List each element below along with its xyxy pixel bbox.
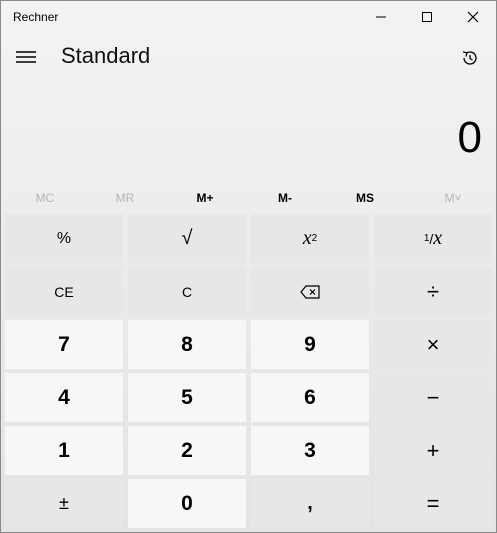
reciprocal-denominator-label: x bbox=[433, 227, 443, 249]
history-icon bbox=[462, 51, 477, 65]
divide-button[interactable]: ÷ bbox=[374, 267, 492, 316]
title-bar: Rechner bbox=[1, 1, 496, 33]
digit-6-button[interactable]: 6 bbox=[251, 373, 369, 422]
clear-entry-button[interactable]: CE bbox=[5, 267, 123, 316]
result-display: 0 bbox=[457, 113, 482, 162]
square-button[interactable]: x2 bbox=[251, 214, 369, 263]
navigation-menu-button[interactable] bbox=[11, 41, 41, 71]
hamburger-icon bbox=[16, 51, 36, 63]
square-root-button[interactable]: √ bbox=[128, 214, 246, 263]
memory-recall-button[interactable]: MR bbox=[84, 185, 166, 211]
square-exponent-label: 2 bbox=[311, 233, 318, 244]
multiply-button[interactable]: × bbox=[374, 320, 492, 369]
memory-list-button[interactable]: M˅ bbox=[412, 185, 494, 211]
memory-row: MC MR M+ M- MS M˅ bbox=[1, 185, 496, 211]
calculator-window: Rechner Standard 0 MC MR M+ M- MS M˅ % √… bbox=[0, 0, 497, 533]
digit-3-button[interactable]: 3 bbox=[251, 426, 369, 475]
reciprocal-button[interactable]: 1/x bbox=[374, 214, 492, 263]
minimize-icon bbox=[376, 16, 386, 18]
digit-5-button[interactable]: 5 bbox=[128, 373, 246, 422]
close-button[interactable] bbox=[450, 1, 496, 33]
negate-button[interactable]: ± bbox=[5, 479, 123, 528]
memory-store-button[interactable]: MS bbox=[324, 185, 406, 211]
maximize-button[interactable] bbox=[404, 1, 450, 33]
decimal-button[interactable]: , bbox=[251, 479, 369, 528]
digit-7-button[interactable]: 7 bbox=[5, 320, 123, 369]
square-base-label: x bbox=[302, 227, 312, 249]
memory-subtract-button[interactable]: M- bbox=[244, 185, 326, 211]
equals-button[interactable]: = bbox=[374, 479, 492, 528]
window-title: Rechner bbox=[13, 10, 59, 24]
keypad: % √ x2 1/x CE C ÷ 7 8 9 × 4 5 6 − 1 2 3 … bbox=[5, 214, 495, 530]
minimize-button[interactable] bbox=[358, 1, 404, 33]
digit-0-button[interactable]: 0 bbox=[128, 479, 246, 528]
mode-title: Standard bbox=[61, 43, 151, 68]
close-icon bbox=[467, 11, 479, 23]
digit-2-button[interactable]: 2 bbox=[128, 426, 246, 475]
memory-clear-button[interactable]: MC bbox=[4, 185, 86, 211]
history-button[interactable] bbox=[459, 47, 487, 75]
digit-9-button[interactable]: 9 bbox=[251, 320, 369, 369]
backspace-icon bbox=[300, 284, 320, 299]
digit-4-button[interactable]: 4 bbox=[5, 373, 123, 422]
subtract-button[interactable]: − bbox=[374, 373, 492, 422]
digit-8-button[interactable]: 8 bbox=[128, 320, 246, 369]
percent-button[interactable]: % bbox=[5, 214, 123, 263]
backspace-button[interactable] bbox=[251, 267, 369, 316]
add-button[interactable]: + bbox=[374, 426, 492, 475]
maximize-icon bbox=[422, 12, 432, 22]
memory-add-button[interactable]: M+ bbox=[164, 185, 246, 211]
digit-1-button[interactable]: 1 bbox=[5, 426, 123, 475]
clear-button[interactable]: C bbox=[128, 267, 246, 316]
